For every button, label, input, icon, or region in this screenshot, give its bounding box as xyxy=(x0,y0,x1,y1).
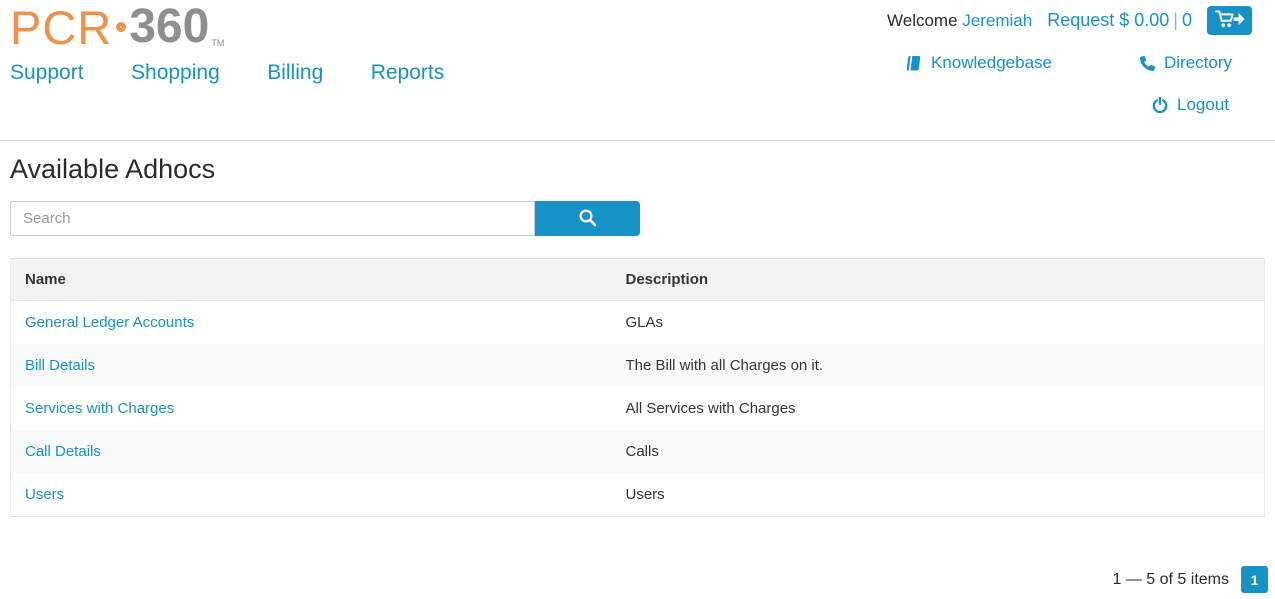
page-header: PCR 360 TM Support Shopping Billing Repo… xyxy=(0,0,1275,141)
power-icon xyxy=(1152,97,1168,113)
logout-link[interactable]: Logout xyxy=(1152,95,1229,115)
adhoc-link-general-ledger-accounts[interactable]: General Ledger Accounts xyxy=(25,314,194,331)
column-header-name: Name xyxy=(11,259,612,301)
phone-icon xyxy=(1140,56,1155,71)
knowledgebase-label: Knowledgebase xyxy=(931,53,1052,73)
book-icon xyxy=(905,55,922,72)
table-row: Users Users xyxy=(11,473,1265,517)
nav-item-billing[interactable]: Billing xyxy=(267,61,323,84)
directory-label: Directory xyxy=(1164,53,1232,73)
main-content: Available Adhocs Name Description Genera… xyxy=(0,154,1275,517)
cart-checkout-button[interactable] xyxy=(1207,6,1252,35)
nav-item-shopping[interactable]: Shopping xyxy=(131,61,220,84)
nav-item-support[interactable]: Support xyxy=(10,61,84,84)
adhoc-description: GLAs xyxy=(612,301,1265,345)
welcome-text: Welcome Jeremiah xyxy=(887,11,1032,31)
table-header-row: Name Description xyxy=(11,259,1265,301)
adhoc-link-users[interactable]: Users xyxy=(25,486,64,503)
request-cart-summary[interactable]: Request $ 0.00|0 xyxy=(1047,10,1192,31)
adhoc-link-call-details[interactable]: Call Details xyxy=(25,443,101,460)
table-row: General Ledger Accounts GLAs xyxy=(11,301,1265,345)
request-amount: Request $ 0.00 xyxy=(1047,10,1169,30)
adhoc-description: Users xyxy=(612,473,1265,517)
request-count: 0 xyxy=(1182,10,1192,30)
pcr360-logo[interactable]: PCR 360 TM xyxy=(10,3,224,51)
cart-arrow-right-icon xyxy=(1214,8,1246,33)
table-row: Call Details Calls xyxy=(11,430,1265,473)
adhoc-description: Calls xyxy=(612,430,1265,473)
adhocs-table: Name Description General Ledger Accounts… xyxy=(10,258,1265,517)
logo-text-pcr: PCR xyxy=(10,4,112,51)
pagination: 1 — 5 of 5 items 1 xyxy=(1113,566,1269,593)
adhoc-description: The Bill with all Charges on it. xyxy=(612,344,1265,387)
magnifier-icon xyxy=(578,208,597,230)
trademark-label: TM xyxy=(211,38,224,48)
logo-text-360: 360 xyxy=(129,3,209,51)
request-separator: | xyxy=(1169,10,1182,30)
logout-label: Logout xyxy=(1177,95,1229,115)
welcome-label: Welcome xyxy=(887,11,958,30)
search-input[interactable] xyxy=(10,201,535,236)
directory-link[interactable]: Directory xyxy=(1140,53,1232,73)
search-button[interactable] xyxy=(535,201,640,236)
search-bar xyxy=(10,201,640,236)
page-number-button[interactable]: 1 xyxy=(1241,566,1268,593)
knowledgebase-link[interactable]: Knowledgebase xyxy=(905,53,1052,73)
page-title: Available Adhocs xyxy=(10,154,1265,185)
degree-circle-icon xyxy=(116,22,126,32)
main-nav: Support Shopping Billing Reports xyxy=(10,61,487,85)
column-header-description: Description xyxy=(612,259,1265,301)
adhoc-description: All Services with Charges xyxy=(612,387,1265,430)
header-top-right: Welcome Jeremiah Request $ 0.00|0 xyxy=(887,6,1252,35)
table-row: Bill Details The Bill with all Charges o… xyxy=(11,344,1265,387)
nav-item-reports[interactable]: Reports xyxy=(371,61,445,84)
adhoc-link-services-with-charges[interactable]: Services with Charges xyxy=(25,400,174,417)
adhoc-link-bill-details[interactable]: Bill Details xyxy=(25,357,95,374)
table-row: Services with Charges All Services with … xyxy=(11,387,1265,430)
username-link[interactable]: Jeremiah xyxy=(962,11,1032,30)
items-count-summary: 1 — 5 of 5 items xyxy=(1113,571,1230,589)
